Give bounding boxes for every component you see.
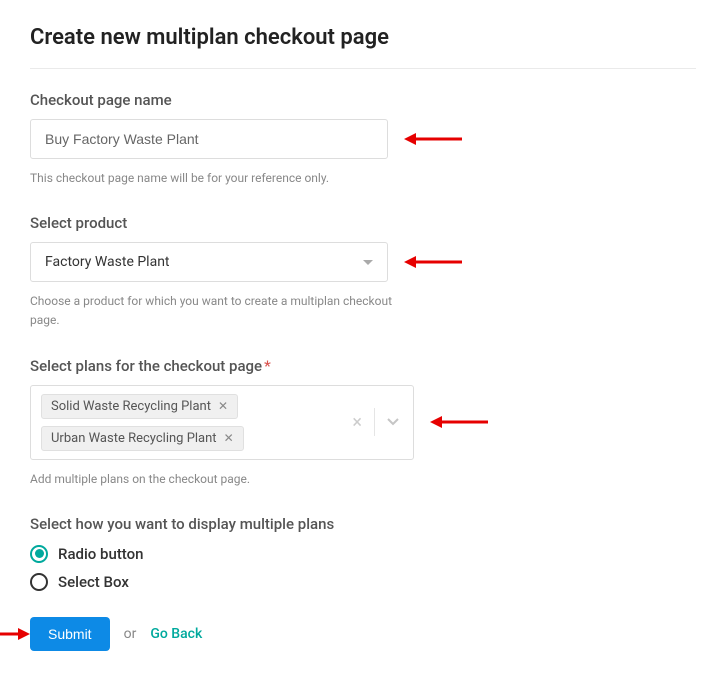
multiselect-controls: × [336, 386, 413, 459]
page-title: Create new multiplan checkout page [30, 25, 696, 50]
radio-label: Radio button [58, 545, 144, 563]
go-back-link[interactable]: Go Back [150, 626, 202, 642]
radio-label: Select Box [58, 573, 129, 591]
checkout-name-input[interactable] [30, 119, 388, 159]
product-group: Select product Factory Waste Plant Choos… [30, 214, 696, 330]
actions-row: Submit or Go Back [30, 617, 696, 651]
plan-chip-label: Urban Waste Recycling Plant [51, 431, 217, 446]
or-text: or [124, 626, 137, 642]
radio-icon [30, 545, 48, 563]
plans-help: Add multiple plans on the checkout page. [30, 470, 410, 489]
plan-chip: Urban Waste Recycling Plant ✕ [41, 426, 244, 451]
plans-group: Select plans for the checkout page* Soli… [30, 357, 696, 489]
plans-label: Select plans for the checkout page* [30, 357, 696, 375]
product-select[interactable]: Factory Waste Plant [30, 242, 388, 282]
plans-multiselect[interactable]: Solid Waste Recycling Plant ✕ Urban Wast… [30, 385, 414, 460]
product-label: Select product [30, 214, 696, 232]
submit-button[interactable]: Submit [30, 617, 110, 651]
chip-remove-icon[interactable]: ✕ [218, 400, 228, 412]
radio-icon [30, 573, 48, 591]
arrow-icon [404, 132, 462, 146]
clear-icon[interactable]: × [340, 412, 374, 433]
plan-chip-label: Solid Waste Recycling Plant [51, 399, 211, 414]
required-mark: * [264, 357, 271, 375]
plan-chip: Solid Waste Recycling Plant ✕ [41, 394, 238, 419]
arrow-icon [0, 627, 30, 641]
product-selected-value: Factory Waste Plant [45, 254, 170, 270]
caret-down-icon [363, 260, 373, 265]
arrow-icon [404, 255, 462, 269]
display-group: Select how you want to display multiple … [30, 515, 696, 591]
divider [30, 68, 696, 69]
checkout-name-label: Checkout page name [30, 91, 696, 109]
plans-chips-area: Solid Waste Recycling Plant ✕ Urban Wast… [31, 386, 336, 459]
display-label: Select how you want to display multiple … [30, 515, 696, 533]
checkout-name-group: Checkout page name This checkout page na… [30, 91, 696, 188]
chip-remove-icon[interactable]: ✕ [224, 432, 234, 444]
chevron-down-icon [387, 418, 397, 428]
radio-option-select-box[interactable]: Select Box [30, 573, 696, 591]
product-help: Choose a product for which you want to c… [30, 292, 410, 330]
dropdown-toggle[interactable] [375, 413, 409, 432]
checkout-name-help: This checkout page name will be for your… [30, 169, 410, 188]
arrow-icon [430, 415, 488, 429]
radio-option-radio-button[interactable]: Radio button [30, 545, 696, 563]
